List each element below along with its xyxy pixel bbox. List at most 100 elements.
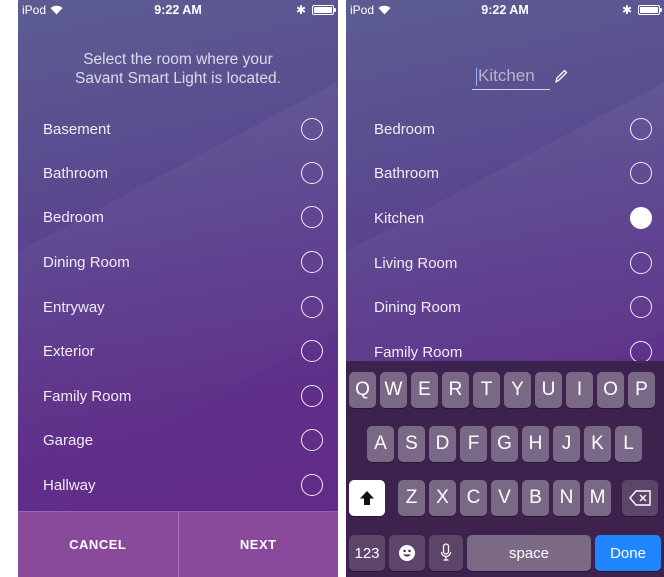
battery-icon: [312, 5, 336, 15]
emoji-key[interactable]: [389, 535, 425, 571]
room-label: Dining Room: [43, 253, 130, 271]
key-y[interactable]: Y: [504, 372, 531, 408]
room-select-screen: iPod 9:22 AM ✱ Select the room where you…: [18, 0, 338, 577]
key-h[interactable]: H: [522, 426, 549, 462]
key-w[interactable]: W: [380, 372, 407, 408]
room-option[interactable]: Bathroom: [18, 153, 338, 193]
status-time: 9:22 AM: [154, 3, 202, 17]
room-option[interactable]: Living Room: [346, 243, 664, 283]
key-a[interactable]: A: [367, 426, 394, 462]
key-e[interactable]: E: [411, 372, 438, 408]
radio-button[interactable]: [301, 162, 323, 184]
radio-button[interactable]: [301, 385, 323, 407]
microphone-key[interactable]: [429, 535, 463, 571]
radio-button[interactable]: [301, 206, 323, 228]
numbers-key[interactable]: 123: [349, 535, 385, 571]
room-label: Family Room: [43, 387, 132, 405]
key-r[interactable]: R: [442, 372, 469, 408]
room-name-screen: iPod 9:22 AM ✱ Kitchen Bedroom Bathroom …: [346, 0, 664, 577]
shift-icon: [360, 491, 374, 505]
room-label: Bathroom: [43, 164, 109, 182]
room-label: Bedroom: [43, 208, 104, 226]
key-s[interactable]: S: [398, 426, 425, 462]
text-cursor: [476, 68, 477, 86]
room-prompt: Select the room where your Savant Smart …: [75, 51, 281, 87]
radio-button[interactable]: [630, 296, 652, 318]
room-option[interactable]: Garage: [18, 420, 338, 460]
key-u[interactable]: U: [535, 372, 562, 408]
room-label: Basement: [43, 120, 111, 138]
backspace-key[interactable]: [622, 480, 658, 516]
key-n[interactable]: N: [553, 480, 580, 516]
key-x[interactable]: X: [429, 480, 456, 516]
room-option[interactable]: Kitchen: [346, 198, 664, 238]
key-j[interactable]: J: [553, 426, 580, 462]
radio-button[interactable]: [301, 429, 323, 451]
room-option[interactable]: Basement: [18, 109, 338, 149]
room-option[interactable]: Family Room: [18, 376, 338, 416]
room-option[interactable]: Bedroom: [346, 109, 664, 149]
radio-button[interactable]: [301, 474, 323, 496]
key-v[interactable]: V: [491, 480, 518, 516]
room-option[interactable]: Entryway: [18, 287, 338, 327]
backspace-icon: [629, 490, 651, 506]
room-label: Hallway: [43, 476, 96, 494]
key-i[interactable]: I: [566, 372, 593, 408]
radio-button[interactable]: [301, 340, 323, 362]
key-t[interactable]: T: [473, 372, 500, 408]
radio-button[interactable]: [630, 118, 652, 140]
radio-button[interactable]: [630, 162, 652, 184]
room-name-input[interactable]: Kitchen: [472, 64, 550, 90]
key-q[interactable]: Q: [349, 372, 376, 408]
onscreen-keyboard: Q W E R T Y U I O P A S D F G H J K L Z …: [346, 361, 664, 577]
bluetooth-icon: ✱: [621, 3, 632, 17]
radio-button[interactable]: [301, 118, 323, 140]
key-z[interactable]: Z: [398, 480, 425, 516]
key-g[interactable]: G: [491, 426, 518, 462]
status-right: ✱: [295, 3, 336, 17]
room-name-placeholder: Kitchen: [478, 66, 535, 85]
room-label: Living Room: [374, 254, 458, 272]
status-bar: iPod 9:22 AM ✱: [18, 0, 338, 20]
shift-key[interactable]: [349, 480, 385, 516]
room-label: Kitchen: [374, 209, 425, 227]
status-right: ✱: [621, 3, 662, 17]
key-k[interactable]: K: [584, 426, 611, 462]
cancel-button[interactable]: CANCEL: [18, 512, 178, 577]
room-label: Family Room: [374, 343, 463, 361]
room-option[interactable]: Bedroom: [18, 197, 338, 237]
status-time: 9:22 AM: [481, 3, 529, 17]
room-option[interactable]: Dining Room: [346, 287, 664, 327]
radio-button[interactable]: [301, 251, 323, 273]
room-label: Dining Room: [374, 298, 461, 316]
microphone-icon: [440, 543, 452, 561]
room-option[interactable]: Dining Room: [18, 242, 338, 282]
room-label: Garage: [43, 431, 94, 449]
room-label: Entryway: [43, 298, 105, 316]
key-d[interactable]: D: [429, 426, 456, 462]
radio-button[interactable]: [630, 341, 652, 363]
key-l[interactable]: L: [615, 426, 642, 462]
pencil-icon[interactable]: [554, 68, 568, 84]
key-b[interactable]: B: [522, 480, 549, 516]
room-option[interactable]: Hallway: [18, 465, 338, 505]
room-label: Exterior: [43, 342, 95, 360]
key-p[interactable]: P: [628, 372, 655, 408]
key-m[interactable]: M: [584, 480, 611, 516]
radio-button[interactable]: [301, 296, 323, 318]
status-bar: iPod 9:22 AM ✱: [346, 0, 664, 20]
key-f[interactable]: F: [460, 426, 487, 462]
key-o[interactable]: O: [597, 372, 624, 408]
battery-icon: [638, 5, 662, 15]
space-key[interactable]: space: [467, 535, 591, 571]
done-key[interactable]: Done: [595, 535, 661, 571]
next-button[interactable]: NEXT: [177, 512, 339, 577]
room-option[interactable]: Bathroom: [346, 153, 664, 193]
bluetooth-icon: ✱: [295, 3, 306, 17]
radio-button[interactable]: [630, 252, 652, 274]
key-c[interactable]: C: [460, 480, 487, 516]
radio-button-selected[interactable]: [630, 207, 652, 229]
bottom-action-bar: CANCEL NEXT: [18, 511, 338, 577]
room-option[interactable]: Exterior: [18, 331, 338, 371]
room-label: Bedroom: [374, 120, 435, 138]
